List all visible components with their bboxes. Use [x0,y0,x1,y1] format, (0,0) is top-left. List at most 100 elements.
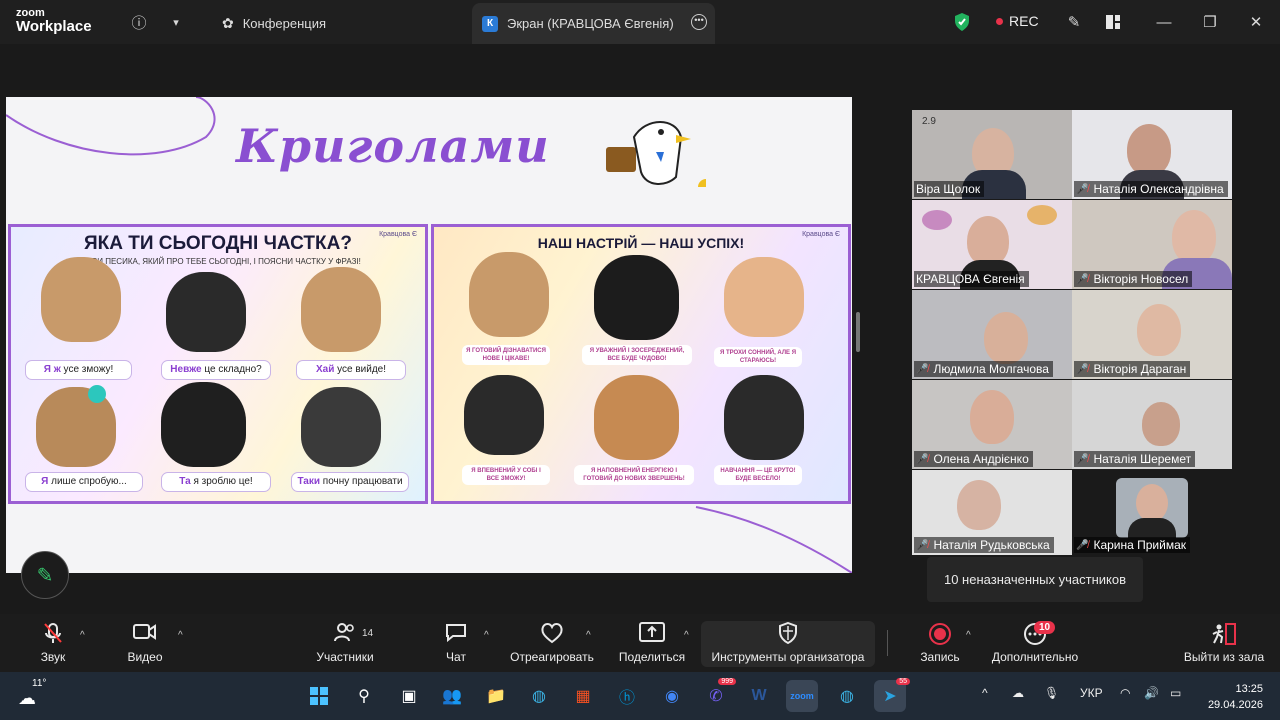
close-icon[interactable]: ✕ [1244,10,1268,34]
microphone-tray-icon[interactable]: 🎙 [1044,686,1059,700]
battery-icon[interactable]: ▭ [1170,686,1181,700]
participant-tile[interactable]: 🎤̸ Наталія Олександрівна [1072,110,1232,199]
participant-tile[interactable]: 🎤̸ Наталія Рудьковська [912,470,1072,555]
restore-icon[interactable]: ❐ [1198,10,1222,34]
tray-chevron-icon[interactable]: ^ [982,686,988,700]
edge-icon[interactable]: ◍ [831,680,863,712]
pen-icon[interactable]: ✎ [1062,10,1086,34]
microphone-muted-icon: 🎤̸ [916,539,929,551]
speaker-icon[interactable]: 🔊 [1144,686,1159,700]
mood-bubble: Я НАПОВНЕНИЙ ЕНЕРГІЄЮ І ГОТОВИЙ ДО НОВИХ… [574,465,694,485]
mood-bubble: НАВЧАННЯ — ЦЕ КРУТО! БУДЕ ВЕСЕЛО! [714,465,802,485]
participant-tile-active-speaker[interactable]: КРАВЦОВА Євгенія [912,200,1072,289]
bird-mascot-icon [606,121,706,187]
video-button[interactable]: Видео [122,614,168,672]
participant-tile[interactable]: 🎤̸ Вікторія Новосел [1072,200,1232,289]
chevron-down-icon[interactable]: ▾ [164,10,188,34]
teams-icon[interactable]: 👥 [436,680,468,712]
hp-icon[interactable]: ⓗ [611,680,643,712]
chrome-icon[interactable]: ◉ [656,680,688,712]
microphone-muted-icon: 🎤̸ [1076,273,1089,285]
host-tools-button[interactable]: Инструменты организатора [701,614,875,672]
store-icon[interactable]: ▦ [567,680,599,712]
leave-label: Выйти из зала [1183,650,1265,664]
rec-dot-icon [996,17,1003,25]
shared-screen[interactable]: Криголами ЯКА ТИ СЬОГОДНІ ЧАСТКА? ОБЕРИ … [6,97,852,573]
dog-image [724,257,804,337]
file-explorer-icon[interactable]: 📁 [480,680,512,712]
viber-icon[interactable]: ✆ 999 [700,678,736,712]
audio-button[interactable]: Звук [30,614,76,672]
cloud-sync-icon[interactable]: ☁ [1012,686,1024,700]
tab-screen-label: Экран (КРАВЦОВА Євгенія) [507,16,674,31]
telegram-icon[interactable]: ➤ 55 [874,678,910,712]
title-bar: zoom Workplace ⓘ ▾ ✿ Конференция К Экран… [0,0,1280,44]
audio-options-caret-icon[interactable]: ^ [80,630,85,641]
recording-indicator[interactable]: REC [996,13,1039,29]
react-options-caret-icon[interactable]: ^ [586,630,591,641]
clock-date: 29.04.2026 [1207,699,1263,711]
minimize-icon[interactable]: — [1152,10,1176,34]
shield-icon[interactable] [950,10,974,34]
panel-resize-handle[interactable] [856,312,860,352]
brand-bottom: Workplace [16,18,92,35]
task-view-icon[interactable]: ▣ [393,680,425,712]
dog-image [166,272,246,352]
participant-face [984,312,1028,364]
participant-face [1136,484,1168,522]
left-poster: ЯКА ТИ СЬОГОДНІ ЧАСТКА? ОБЕРИ ПЕСИКА, ЯК… [8,224,428,504]
participant-tile[interactable]: 🎤̸ Карина Приймак [1072,470,1232,555]
share-options-caret-icon[interactable]: ^ [684,630,689,641]
windows-start-icon[interactable] [303,680,335,712]
clock-time: 13:25 [1235,683,1263,695]
cloud-icon: ☁ [18,688,36,708]
participant-tile[interactable]: 🎤̸ Вікторія Дараган [1072,290,1232,379]
more-notification-badge: 10 [1034,621,1056,634]
dog-image [301,267,381,352]
weather-widget[interactable]: 11° ☁ [18,678,46,707]
card-label: Невже це складно? [161,360,271,380]
chat-button[interactable]: Чат [436,614,476,672]
right-poster-heading: НАШ НАСТРІЙ — НАШ УСПІХ! [537,235,745,251]
ellipsis-icon[interactable]: ••• [691,14,707,30]
wifi-icon[interactable]: ◠ [1120,686,1130,700]
participant-tile[interactable]: 🎤̸ Наталія Шеремет [1072,380,1232,469]
leave-button[interactable]: Выйти из зала [1180,614,1268,672]
tab-conference-label: Конференция [242,16,327,31]
search-icon[interactable]: ⚲ [348,680,380,712]
participant-tile[interactable]: 2.9 Віра Щолок [912,110,1072,199]
participant-tile[interactable]: 🎤̸ Людмила Молгачова [912,290,1072,379]
tab-conference[interactable]: ✿ Конференция [214,3,464,44]
clock[interactable]: 13:25 29.04.2026 [1203,681,1263,713]
react-button[interactable]: Отреагировать [506,614,598,672]
left-poster-heading: ЯКА ТИ СЬОГОДНІ ЧАСТКА? [84,233,352,254]
video-options-caret-icon[interactable]: ^ [178,630,183,641]
microphone-muted-icon [42,622,64,648]
chat-options-caret-icon[interactable]: ^ [484,630,489,641]
record-icon [928,622,952,648]
edge-icon[interactable]: ◍ [523,680,555,712]
cursor-highlight [88,385,106,403]
participant-tile[interactable]: 🎤̸ Олена Андрієнко [912,380,1072,469]
layout-icon[interactable] [1101,10,1125,34]
zoom-taskbar-icon[interactable]: zoom [786,680,818,712]
record-button[interactable]: Запись [916,614,964,672]
camera-icon [133,622,157,648]
word-icon[interactable]: W [743,680,775,712]
record-options-caret-icon[interactable]: ^ [966,630,971,641]
participant-face [1137,304,1181,356]
tab-screen-share[interactable]: К Экран (КРАВЦОВА Євгенія) ••• [472,3,715,44]
card-label: Таки почну працювати [291,472,409,492]
mood-bubble: Я ТРОХИ СОННИЙ, АЛЕ Я СТАРАЮСЬ! [714,347,802,367]
participant-name: 🎤̸ Людмила Молгачова [914,361,1053,377]
card-label: Та я зроблю це! [161,472,271,492]
viber-badge: 999 [718,678,736,685]
annotation-pen-button[interactable]: ✎ [21,551,69,599]
info-icon[interactable]: ⓘ [127,10,151,34]
language-indicator[interactable]: УКР [1080,686,1103,700]
participant-name: КРАВЦОВА Євгенія [914,271,1029,287]
share-button[interactable]: Поделиться [614,614,690,672]
participants-button[interactable]: Участники [310,614,380,672]
butterfly-decoration [922,210,952,230]
participant-name: 🎤̸ Олена Андрієнко [914,451,1033,467]
